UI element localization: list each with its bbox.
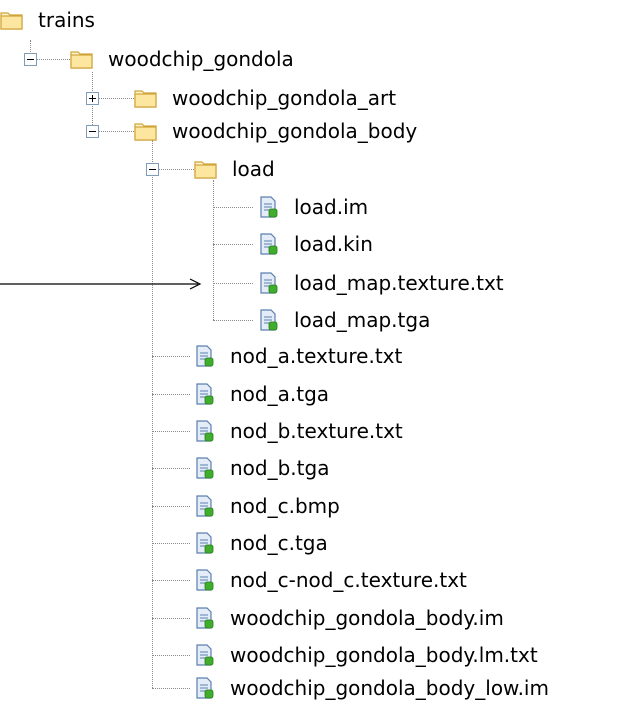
tree-connector [213, 244, 253, 245]
expand-toggle-woodchip-gondola-art[interactable] [86, 92, 99, 105]
tree-file-item[interactable]: load.kin [256, 229, 373, 259]
tree-file-item[interactable]: nod_b.texture.txt [192, 416, 403, 446]
tree-connector [213, 320, 253, 321]
file-icon [192, 345, 216, 367]
tree-file-label: woodchip_gondola_body_low.im [230, 676, 549, 700]
tree-file-label: nod_c.tga [230, 531, 328, 555]
folder-icon [134, 120, 158, 142]
tree-file-label: nod_c-nod_c.texture.txt [230, 568, 467, 592]
tree-connector [152, 140, 153, 688]
tree-node-load[interactable]: load [194, 154, 275, 184]
file-icon [192, 677, 216, 699]
tree-file-label: load.im [294, 195, 369, 219]
tree-connector [152, 394, 190, 395]
file-icon [192, 607, 216, 629]
tree-node-trains[interactable]: trains [0, 5, 95, 35]
tree-file-label: nod_a.tga [230, 382, 330, 406]
tree-connector [213, 180, 214, 320]
tree-file-label: load_map.texture.txt [294, 271, 504, 295]
tree-connector [213, 207, 253, 208]
tree-file-item[interactable]: nod_c.bmp [192, 491, 340, 521]
tree-node-label: woodchip_gondola [108, 47, 294, 71]
file-tree: trains woodchip_gondola woodchip_gondola… [0, 0, 619, 706]
tree-file-item[interactable]: nod_c-nod_c.texture.txt [192, 565, 467, 595]
file-icon [192, 457, 216, 479]
tree-node-label: trains [38, 8, 95, 32]
tree-connector [213, 283, 253, 284]
tree-file-label: load_map.tga [294, 308, 431, 332]
tree-node-label: woodchip_gondola_art [172, 86, 397, 110]
tree-connector [37, 59, 70, 60]
folder-icon [70, 48, 94, 70]
tree-connector [152, 468, 190, 469]
tree-connector [99, 98, 134, 99]
tree-node-woodchip-gondola[interactable]: woodchip_gondola [70, 44, 294, 74]
tree-file-item[interactable]: load_map.texture.txt [256, 268, 504, 298]
tree-file-item[interactable]: woodchip_gondola_body_low.im [192, 673, 549, 703]
tree-file-item[interactable]: nod_a.texture.txt [192, 341, 402, 371]
collapse-toggle-woodchip-gondola-body[interactable] [86, 125, 99, 138]
tree-connector [152, 506, 190, 507]
tree-file-label: nod_b.texture.txt [230, 419, 403, 443]
tree-connector [152, 543, 190, 544]
tree-file-item[interactable]: woodchip_gondola_body.im [192, 603, 504, 633]
file-icon [192, 532, 216, 554]
file-icon [192, 644, 216, 666]
tree-connector [152, 431, 190, 432]
tree-connector [152, 655, 190, 656]
folder-icon [194, 158, 218, 180]
file-icon [192, 383, 216, 405]
file-icon [192, 420, 216, 442]
tree-file-item[interactable]: nod_c.tga [192, 528, 328, 558]
tree-connector [99, 131, 134, 132]
file-icon [256, 272, 280, 294]
tree-file-label: nod_a.texture.txt [230, 344, 403, 368]
tree-file-label: woodchip_gondola_body.lm.txt [230, 643, 538, 667]
file-icon [256, 233, 280, 255]
tree-node-woodchip-gondola-art[interactable]: woodchip_gondola_art [134, 83, 396, 113]
tree-file-label: nod_c.bmp [230, 494, 340, 518]
file-icon [192, 495, 216, 517]
tree-node-label: woodchip_gondola_body [172, 119, 418, 143]
tree-connector [159, 169, 194, 170]
tree-connector [152, 580, 190, 581]
tree-file-item[interactable]: nod_a.tga [192, 379, 329, 409]
file-icon [256, 196, 280, 218]
tree-file-label: load.kin [294, 232, 373, 256]
file-icon [256, 309, 280, 331]
tree-node-label: load [232, 157, 275, 181]
folder-icon [0, 9, 24, 31]
tree-file-item[interactable]: woodchip_gondola_body.lm.txt [192, 640, 538, 670]
file-icon [192, 569, 216, 591]
tree-file-label: woodchip_gondola_body.im [230, 606, 504, 630]
collapse-toggle-load[interactable] [146, 163, 159, 176]
pointer-arrow-icon [0, 278, 202, 290]
tree-node-woodchip-gondola-body[interactable]: woodchip_gondola_body [134, 116, 417, 146]
collapse-toggle-woodchip-gondola[interactable] [24, 53, 37, 66]
tree-connector [152, 356, 190, 357]
tree-file-label: nod_b.tga [230, 456, 330, 480]
tree-connector [152, 618, 190, 619]
tree-file-item[interactable]: load.im [256, 192, 368, 222]
folder-icon [134, 87, 158, 109]
tree-file-item[interactable]: load_map.tga [256, 305, 430, 335]
tree-file-item[interactable]: nod_b.tga [192, 453, 329, 483]
tree-connector [152, 688, 190, 689]
